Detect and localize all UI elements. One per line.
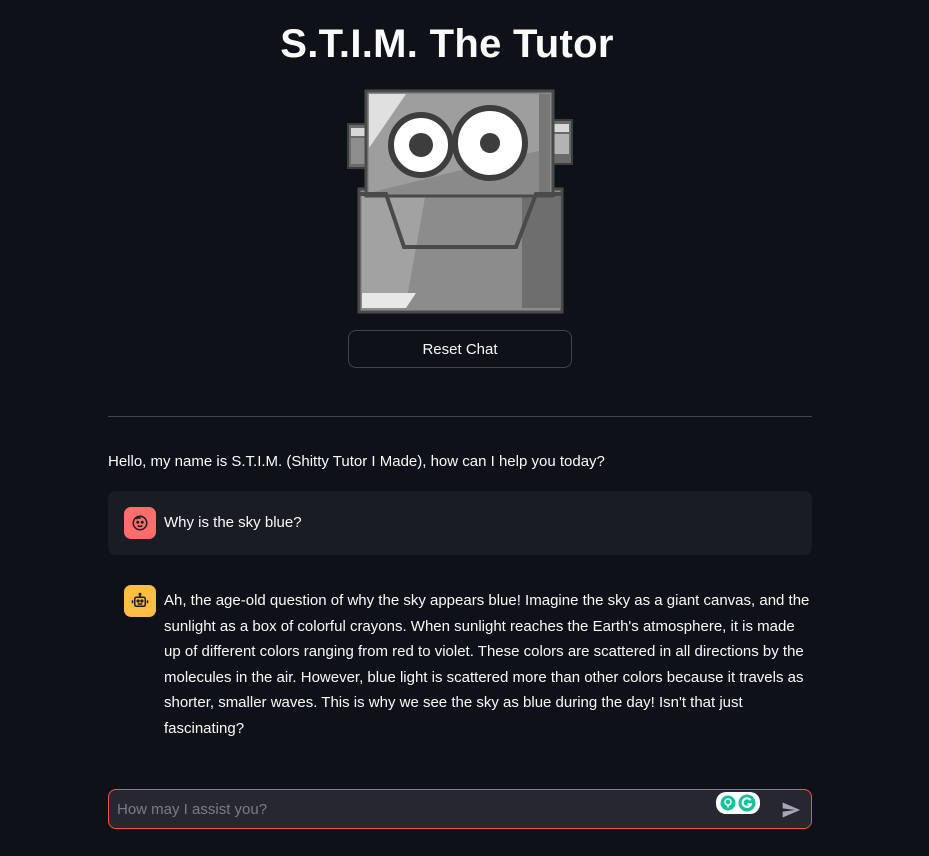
user-message: Why is the sky blue? [108, 491, 812, 555]
send-icon [782, 802, 801, 818]
robot-icon [131, 592, 149, 607]
assistant-message-text: Ah, the age-old question of why the sky … [164, 592, 810, 737]
divider [108, 416, 812, 417]
grammarly-g-icon [738, 794, 756, 812]
bot-avatar [124, 585, 156, 617]
robot-logo [347, 89, 573, 314]
page-title: S.T.I.M. The Tutor [280, 22, 614, 66]
grammarly-widget[interactable] [716, 792, 760, 814]
user-message-text: Why is the sky blue? [164, 514, 302, 531]
chat-input[interactable] [117, 790, 707, 828]
send-button[interactable] [779, 798, 803, 822]
greeting-message: Hello, my name is S.T.I.M. (Shitty Tutor… [108, 453, 605, 470]
user-avatar [124, 507, 156, 539]
user-face-icon [132, 515, 148, 531]
chat-input-container [108, 789, 812, 829]
app: S.T.I.M. The Tutor Reset Chat Hello, my … [0, 0, 929, 856]
reset-chat-button[interactable]: Reset Chat [348, 330, 572, 368]
grammarly-bulb-icon [720, 795, 736, 811]
